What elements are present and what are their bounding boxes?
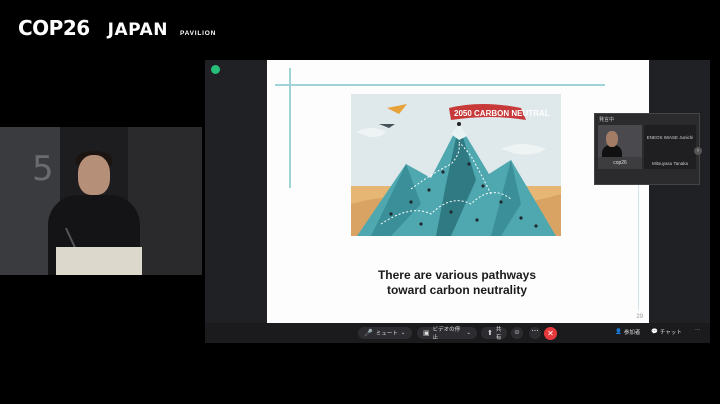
- chevron-right-icon[interactable]: ›: [694, 147, 702, 155]
- slide-decor-line: [275, 84, 605, 86]
- chat-label: チャット: [659, 330, 682, 336]
- mute-button[interactable]: 🎤 ミュート ⌄: [358, 327, 412, 339]
- brand-logo: COP26 JAPAN PAVILION: [18, 16, 216, 40]
- chat-button[interactable]: 💬 チャット: [651, 328, 682, 336]
- slide-decor-line-vertical: [289, 68, 291, 188]
- camera-icon: ▣: [423, 330, 430, 337]
- mute-label: ミュート: [375, 331, 398, 337]
- chevron-down-icon[interactable]: ⌄: [466, 330, 471, 336]
- reaction-smile-icon[interactable]: ☺: [511, 327, 523, 339]
- stop-video-label: ビデオの停止: [432, 327, 461, 341]
- slide-page-number: 29: [636, 314, 643, 320]
- participant-name: cop26: [613, 160, 627, 166]
- meeting-toolbar: 🎤 ミュート ⌄ ▣ ビデオの停止 ⌄ ⬆ 共有 ☺ ⋯ ✕ 👤 参加者 💬 チ…: [205, 323, 710, 343]
- cop26-logo: COP26: [18, 16, 90, 40]
- carbon-neutral-banner: 2050 CARBON NEUTRAL: [454, 109, 550, 118]
- chat-icon: 💬: [651, 329, 658, 335]
- share-button[interactable]: ⬆ 共有: [481, 327, 507, 341]
- share-label: 共有: [495, 327, 502, 341]
- participants-button[interactable]: 👤 参加者: [615, 328, 640, 336]
- pavilion-label: PAVILION: [179, 30, 217, 37]
- presentation-slide: 2050 CARBON NEUTRAL There are various pa…: [267, 60, 649, 323]
- security-shield-icon[interactable]: [211, 65, 220, 74]
- participant-tile[interactable]: cop26: [598, 125, 642, 169]
- podium: [56, 247, 142, 275]
- participants-icon: 👤: [615, 329, 622, 335]
- end-call-icon[interactable]: ✕: [544, 327, 557, 340]
- participant-name: Mitsuyasu Tanaka: [652, 161, 688, 166]
- wall-number: 5: [32, 149, 54, 189]
- participant-title: ENEOS IWASE Junichi: [646, 135, 694, 140]
- microphone-icon: 🎤: [364, 330, 373, 337]
- participant-gallery[interactable]: 発言中 cop26 ENEOS IWASE Junichi Mitsuyasu …: [594, 113, 702, 185]
- caption-line-2: toward carbon neutrality: [386, 283, 528, 297]
- japan-label: JAPAN: [107, 20, 168, 40]
- participant-head: [606, 131, 618, 147]
- slide-caption: There are various pathways toward carbon…: [327, 268, 587, 298]
- stop-video-button[interactable]: ▣ ビデオの停止 ⌄: [417, 327, 477, 341]
- caption-line-1: There are various pathways: [377, 268, 537, 282]
- speaker-head: [78, 155, 110, 195]
- mountain-illustration: 2050 CARBON NEUTRAL: [351, 94, 561, 236]
- speaker-video: 5: [0, 127, 202, 275]
- chevron-down-icon[interactable]: ⌄: [401, 330, 406, 336]
- gallery-header: 発言中: [599, 117, 615, 123]
- participant-tile[interactable]: ENEOS IWASE Junichi Mitsuyasu Tanaka: [644, 125, 696, 169]
- more-toolbar-icon[interactable]: ⋯: [695, 328, 701, 334]
- participants-label: 参加者: [623, 330, 641, 336]
- zoom-window: ↖ 2050 CARBON NEUTRAL: [205, 60, 710, 343]
- share-screen-icon: ⬆: [487, 330, 493, 337]
- more-options-icon[interactable]: ⋯: [529, 327, 541, 339]
